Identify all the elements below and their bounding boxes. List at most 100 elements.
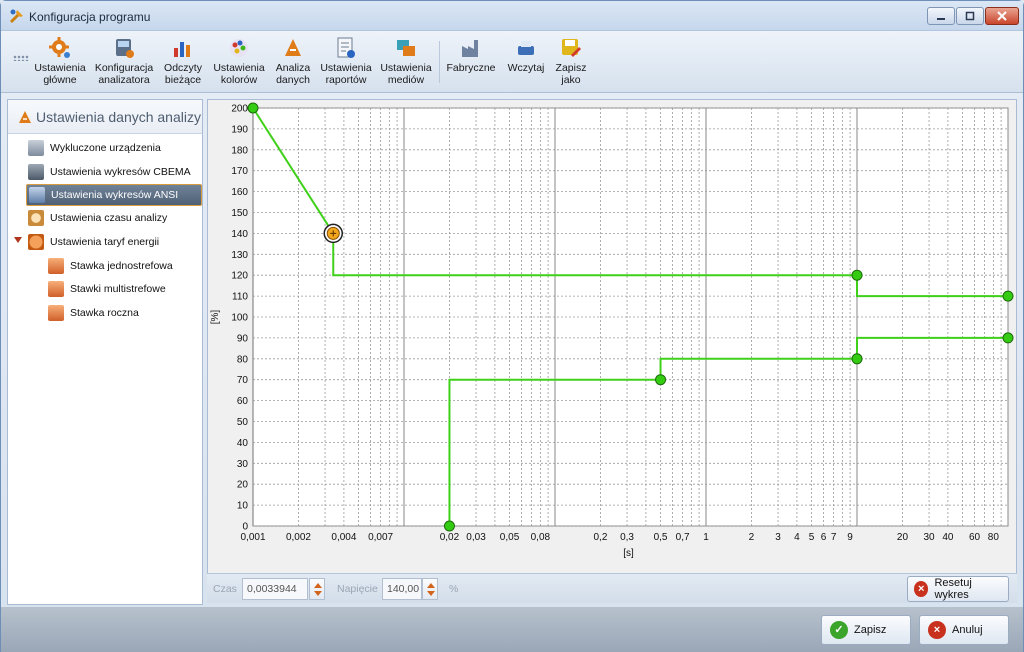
voltage-unit: % (449, 583, 459, 595)
x-tick-label: 0,03 (466, 532, 486, 543)
media-icon (397, 40, 415, 56)
rate-icon (48, 258, 64, 274)
toolbar-load-button[interactable]: Wczytaj (505, 34, 547, 90)
toolbar-color-settings-button[interactable]: Ustawienia kolorów (211, 34, 267, 90)
x-tick-label: 0,05 (500, 532, 520, 543)
app-tools-icon (9, 9, 23, 24)
ansi-chart-icon (29, 187, 45, 203)
ansi-chart[interactable]: 0102030405060708090100110120130140150160… (208, 100, 1016, 572)
clock-icon (28, 210, 44, 226)
toolbar-save-as-button[interactable]: Zapisz jako (551, 34, 591, 90)
x-tick-label: 0,007 (368, 532, 393, 543)
toolbar-analyzer-config-button[interactable]: Konfiguracja analizatora (93, 34, 155, 90)
tree-panel-title: Ustawienia danych analizy (36, 108, 201, 125)
tree-item-ansi-charts[interactable]: Ustawienia wykresów ANSI (26, 184, 202, 206)
tree-item-label: Stawka roczna (70, 307, 139, 319)
load-icon (518, 41, 534, 55)
toolbar-media-settings-button[interactable]: Ustawienia mediów (379, 34, 433, 90)
toolbar-factory-button[interactable]: Fabryczne (445, 34, 497, 90)
cbema-chart-icon (28, 164, 44, 180)
palette-icon (230, 39, 248, 57)
x-tick-label: 40 (942, 532, 954, 543)
x-axis-label: [s] (623, 548, 634, 559)
tree-item-label: Stawki multistrefowe (70, 283, 166, 295)
x-tick-label: 3 (775, 532, 781, 543)
tree-item-label: Stawka jednostrefowa (70, 260, 173, 272)
time-spinner[interactable] (309, 578, 325, 600)
data-point (247, 102, 259, 114)
y-tick-label: 60 (237, 396, 249, 407)
x-tick-label: 0,002 (286, 532, 311, 543)
spin-up-icon (314, 583, 322, 588)
toolbar-current-readings-button[interactable]: Odczyty bieżące (159, 34, 207, 90)
y-tick-label: 90 (237, 333, 249, 344)
toolbar-main-settings-button[interactable]: Ustawienia główne (31, 34, 89, 90)
dialog-footer: ✓ Zapisz × Anuluj (1, 607, 1023, 652)
maximize-icon (965, 11, 975, 21)
tree-item-label: Ustawienia wykresów ANSI (51, 189, 179, 201)
settings-tree-panel: Ustawienia danych analizy Wykluczone urz… (7, 99, 203, 605)
data-point (851, 269, 863, 281)
report-icon (337, 37, 355, 58)
toolbar-data-analysis-button[interactable]: Analiza danych (271, 34, 315, 90)
x-tick-label: 4 (794, 532, 800, 543)
x-tick-label: 2 (749, 532, 755, 543)
x-tick-label: 0,004 (331, 532, 356, 543)
y-tick-label: 140 (231, 229, 248, 240)
maximize-button[interactable] (956, 7, 984, 25)
minimize-button[interactable] (927, 7, 955, 25)
save-button[interactable]: ✓ Zapisz (821, 615, 911, 645)
check-icon: ✓ (830, 621, 848, 639)
voltage-input[interactable]: 140,00 (382, 578, 422, 600)
title-bar: Konfiguracja programu (1, 1, 1023, 31)
x-tick-label: 0,7 (676, 532, 690, 543)
spin-down-icon (427, 591, 435, 596)
tree-item-single-rate[interactable]: Stawka jednostrefowa (48, 255, 200, 277)
x-tick-label: 0,5 (654, 532, 668, 543)
tree-item-excluded-devices[interactable]: Wykluczone urządzenia (28, 137, 200, 159)
tree-item-energy-tariffs[interactable]: Ustawienia taryf energii (28, 231, 200, 253)
cancel-icon: × (928, 621, 946, 639)
y-tick-label: 100 (231, 313, 248, 324)
y-tick-label: 70 (237, 375, 249, 386)
reset-icon: × (914, 581, 929, 597)
reset-chart-button[interactable]: × Resetuj wykres (907, 576, 1009, 602)
x-tick-label: 5 (809, 532, 815, 543)
config-window: Konfiguracja programu Ustawienia główne … (0, 0, 1024, 652)
time-input[interactable]: 0,0033944 (242, 578, 308, 600)
voltage-spinner[interactable] (422, 578, 438, 600)
rate-icon (48, 281, 64, 297)
tree-item-annual-rate[interactable]: Stawka roczna (48, 302, 200, 324)
tree-item-multi-rate[interactable]: Stawki multistrefowe (48, 278, 200, 300)
toolbar-separator (439, 41, 440, 83)
y-tick-label: 120 (231, 271, 248, 282)
tree-item-cbema-charts[interactable]: Ustawienia wykresów CBEMA (28, 161, 200, 183)
x-tick-label: 9 (847, 532, 853, 543)
y-tick-label: 80 (237, 354, 249, 365)
spin-down-icon (314, 591, 322, 596)
toolbar-report-settings-button[interactable]: Ustawienia raportów (319, 34, 373, 90)
tree-item-label: Wykluczone urządzenia (50, 142, 161, 154)
tree-panel-header: Ustawienia danych analizy (8, 100, 202, 134)
x-tick-label: 0,2 (594, 532, 608, 543)
y-tick-label: 20 (237, 480, 249, 491)
minimize-icon (937, 18, 945, 20)
time-label: Czas (213, 583, 237, 595)
save-label: Zapisz (854, 624, 887, 636)
y-tick-label: 30 (237, 459, 249, 470)
factory-icon (462, 40, 478, 57)
toolbar-grip[interactable] (13, 55, 29, 61)
toolbar: Ustawienia główne Konfiguracja analizato… (1, 31, 1023, 93)
x-tick-label: 60 (969, 532, 981, 543)
ansi-chart-panel: 0 10 20 30 40 50 60 70 80 90 100 110 120 130 140 150 160… (207, 99, 1017, 603)
cancel-button[interactable]: × Anuluj (919, 615, 1009, 645)
y-tick-label: 150 (231, 208, 248, 219)
save-as-icon (562, 39, 581, 57)
expand-arrow-icon[interactable] (14, 237, 22, 243)
tree-item-label: Ustawienia taryf energii (50, 236, 160, 248)
tree-item-analysis-time[interactable]: Ustawienia czasu analizy (28, 207, 200, 229)
close-button[interactable] (985, 7, 1019, 25)
y-tick-label: 0 (242, 522, 248, 533)
spin-up-icon (427, 583, 435, 588)
x-tick-label: 0,08 (531, 532, 551, 543)
